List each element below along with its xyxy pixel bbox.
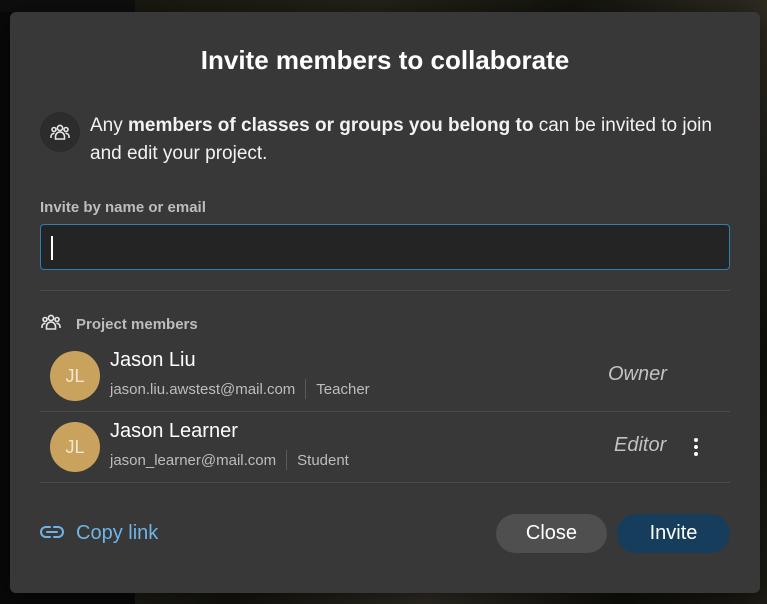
info-emphasis: members of classes or groups you belong … [128,115,534,136]
text-caret [51,236,53,260]
members-header: Project members [40,313,198,335]
member-type: Teacher [316,380,370,398]
member-email: jason.liu.awstest@mail.com [110,380,296,398]
link-icon [40,522,64,545]
copy-link-button[interactable]: Copy link [40,518,158,548]
member-role: Editor [614,434,667,456]
info-message: Any members of classes or groups you bel… [90,112,740,168]
member-name: Jason Liu [110,349,196,371]
meta-separator [305,379,307,399]
member-email: jason_learner@mail.com [110,451,277,469]
invite-field-label: Invite by name or email [40,199,206,216]
member-row: JL Jason Learner jason_learner@mail.com … [40,412,730,482]
meta-separator [286,450,288,470]
dialog-title: Invite members to collaborate [200,45,570,75]
invite-button[interactable]: Invite [617,514,730,553]
info-prefix: Any [90,115,129,136]
people-group-icon [40,313,62,336]
member-name: Jason Learner [110,420,238,442]
close-button[interactable]: Close [496,514,607,553]
copy-link-label: Copy link [76,521,159,544]
member-type: Student [297,451,349,469]
member-row: JL Jason Liu jason.liu.awstest@mail.com … [40,341,730,411]
section-divider [40,290,730,291]
avatar: JL [50,351,100,401]
member-meta: jason_learner@mail.com Student [110,450,349,470]
avatar: JL [50,422,100,472]
member-role: Owner [608,363,667,385]
row-divider [40,482,730,483]
members-header-label: Project members [76,315,198,333]
invite-dialog: Invite members to collaborate Any member… [10,12,760,593]
invite-input[interactable] [40,224,730,270]
kebab-menu-icon[interactable] [684,434,708,460]
people-group-icon [40,112,80,152]
member-meta: jason.liu.awstest@mail.com Teacher [110,379,370,399]
